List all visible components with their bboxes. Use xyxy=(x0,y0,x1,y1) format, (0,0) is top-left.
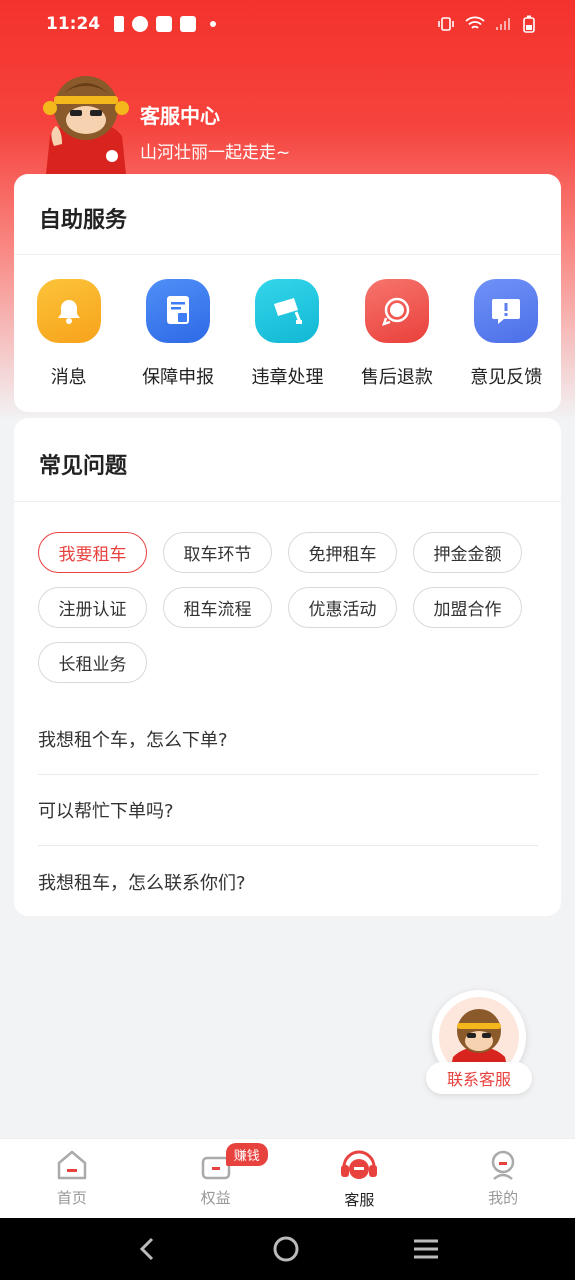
service-item-messages[interactable]: 消息 xyxy=(14,279,123,389)
header-title: 客服中心 xyxy=(140,104,220,128)
service-label: 售后退款 xyxy=(360,367,433,388)
bottom-tab-bar: 首页 权益 赚钱 客服 我的 xyxy=(0,1138,575,1218)
headset-icon xyxy=(341,1150,378,1179)
service-label: 消息 xyxy=(50,367,87,388)
service-item-refund[interactable]: 售后退款 xyxy=(342,279,451,389)
faq-tags: 我要租车 取车环节 免押租车 押金金额 注册认证 租车流程 优惠活动 加盟合作 … xyxy=(38,532,538,683)
tab-label: 客服 xyxy=(344,1191,375,1209)
status-bar: 11:24 xyxy=(0,0,575,48)
faq-tag-promotions[interactable]: 优惠活动 xyxy=(288,587,397,628)
self-service-title: 自助服务 xyxy=(39,208,128,233)
recents-icon[interactable] xyxy=(412,1237,440,1261)
tab-profile[interactable]: 我的 xyxy=(431,1139,575,1218)
service-item-feedback[interactable]: 意见反馈 xyxy=(452,279,561,389)
faq-tag-registration[interactable]: 注册认证 xyxy=(38,587,147,628)
tab-label: 我的 xyxy=(488,1189,519,1207)
faq-tag-rent-car[interactable]: 我要租车 xyxy=(38,532,147,573)
self-service-list: 消息 保障申报 违章处理 售后退款 意见反馈 xyxy=(14,279,561,389)
faq-question[interactable]: 可以帮忙下单吗? xyxy=(38,775,538,846)
service-item-insurance-claim[interactable]: 保障申报 xyxy=(123,279,232,389)
service-label: 违章处理 xyxy=(251,367,324,388)
tab-label: 首页 xyxy=(56,1189,87,1207)
status-time: 11:24 xyxy=(46,14,101,34)
service-label: 意见反馈 xyxy=(470,367,543,388)
refund-yen-icon xyxy=(364,279,429,343)
tab-customer-service[interactable]: 客服 xyxy=(288,1139,432,1218)
header-subtitle: 山河壮丽一起走走~ xyxy=(140,143,291,163)
faq-tag-long-term[interactable]: 长租业务 xyxy=(38,642,147,683)
profile-icon xyxy=(491,1150,515,1180)
faq-title: 常见问题 xyxy=(39,454,128,479)
shopping-bag-icon-2 xyxy=(180,16,197,32)
app-notification-icon xyxy=(132,16,149,32)
faq-tag-rental-process[interactable]: 租车流程 xyxy=(163,587,272,628)
feedback-icon xyxy=(474,279,539,343)
earn-money-badge: 赚钱 xyxy=(225,1143,268,1166)
faq-tag-pickup[interactable]: 取车环节 xyxy=(163,532,272,573)
faq-question[interactable]: 我想租车，怎么联系你们? xyxy=(38,846,538,917)
camera-icon xyxy=(255,279,320,343)
signal-icon xyxy=(496,18,510,30)
more-notifications-dot xyxy=(210,21,217,27)
divider xyxy=(14,501,561,502)
faq-tag-franchise[interactable]: 加盟合作 xyxy=(413,587,522,628)
faq-tag-deposit-amount[interactable]: 押金金额 xyxy=(413,532,522,573)
faq-question[interactable]: 我想租个车，怎么下单? xyxy=(38,704,538,775)
vibrate-icon xyxy=(438,17,454,31)
bell-icon xyxy=(36,279,101,343)
service-item-violations[interactable]: 违章处理 xyxy=(233,279,342,389)
service-label: 保障申报 xyxy=(142,367,215,388)
wifi-icon xyxy=(465,16,485,29)
insurance-doc-icon xyxy=(146,279,211,343)
tab-benefits[interactable]: 权益 赚钱 xyxy=(144,1139,288,1218)
self-service-card: 自助服务 消息 保障申报 违章处理 售后退款 意见反馈 xyxy=(14,174,561,412)
tab-home[interactable]: 首页 xyxy=(0,1139,144,1218)
header: 客服中心 山河壮丽一起走走~ xyxy=(40,66,540,176)
back-icon[interactable] xyxy=(136,1235,160,1263)
faq-question-list: 我想租个车，怎么下单? 可以帮忙下单吗? 我想租车，怎么联系你们? xyxy=(38,704,538,917)
contact-service-float-button[interactable]: 联系客服 xyxy=(426,990,532,1096)
sim-icon xyxy=(114,16,125,32)
faq-card: 常见问题 我要租车 取车环节 免押租车 押金金额 注册认证 租车流程 优惠活动 … xyxy=(14,418,561,916)
tab-label: 权益 xyxy=(200,1189,231,1207)
system-navigation-bar xyxy=(0,1218,575,1280)
mascot-avatar xyxy=(43,76,129,174)
battery-icon xyxy=(523,15,535,33)
home-circle-icon[interactable] xyxy=(271,1234,301,1264)
faq-tag-deposit-free[interactable]: 免押租车 xyxy=(288,532,397,573)
contact-service-label: 联系客服 xyxy=(426,1062,532,1094)
divider xyxy=(14,254,561,255)
home-icon xyxy=(57,1150,87,1180)
shopping-bag-icon xyxy=(156,16,173,32)
